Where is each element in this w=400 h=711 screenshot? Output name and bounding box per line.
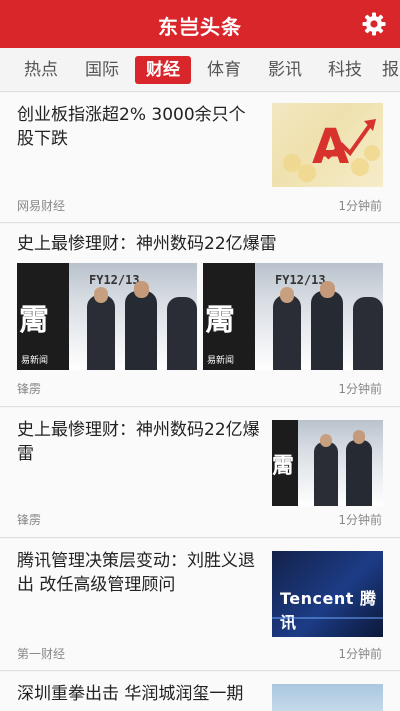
news-headline: 腾讯管理决策层变动：刘胜义退出 改任高级管理顾问 [17, 551, 255, 595]
app-header: 东岂头条 [0, 0, 400, 48]
news-source: 锋雳 [17, 513, 42, 527]
news-source: 网易财经 [17, 199, 66, 213]
app-title: 东岂头条 [158, 15, 242, 39]
news-thumbnail: 霌 易新闻 FY12/13 [203, 263, 383, 370]
news-thumbnail: 霌 [272, 420, 383, 506]
news-item[interactable]: 腾讯管理决策层变动：刘胜义退出 改任高级管理顾问 Tencent 腾讯 第一财经… [0, 539, 400, 671]
news-time: 1分钟前 [338, 382, 382, 396]
news-thumbnail [272, 684, 383, 711]
image-text: FY12/13 [89, 273, 140, 287]
news-thumbnail: 霌 易新闻 FY12/13 [17, 263, 197, 370]
news-item[interactable]: 深圳重拳出击 华润城润玺一期 [0, 672, 400, 711]
news-headline: 创业板指涨超2% 3000余只个股下跌 [17, 105, 246, 149]
news-thumbnail: A [272, 103, 383, 187]
image-text: Tencent 腾讯 [280, 589, 377, 632]
tab-finance[interactable]: 财经 [135, 56, 191, 84]
news-time: 1分钟前 [338, 199, 382, 213]
gear-icon[interactable] [362, 12, 386, 36]
news-item[interactable]: 创业板指涨超2% 3000余只个股下跌 A 网易财经 1分钟前 [0, 93, 400, 223]
news-source: 锋雳 [17, 382, 42, 396]
news-thumbnail: Tencent 腾讯 [272, 551, 383, 637]
stock-chart-icon: A [283, 119, 380, 182]
image-text: FY12/13 [275, 273, 326, 287]
news-time: 1分钟前 [338, 647, 382, 661]
tab-international[interactable]: 国际 [77, 56, 127, 84]
tab-tech[interactable]: 科技 [320, 56, 370, 84]
news-headline: 深圳重拳出击 华润城润玺一期 [17, 684, 244, 704]
tab-more[interactable]: 报 [382, 56, 400, 84]
news-headline: 史上最惨理财：神州数码22亿爆雷 [17, 420, 260, 464]
tab-hot[interactable]: 热点 [16, 56, 66, 84]
news-headline: 史上最惨理财：神州数码22亿爆雷 [17, 234, 277, 254]
category-tabs: 热点 国际 财经 体育 影讯 科技 报 [0, 48, 400, 92]
tab-sports[interactable]: 体育 [199, 56, 249, 84]
image-caption-glyph: 霌 [19, 303, 49, 338]
news-time: 1分钟前 [338, 513, 382, 527]
image-caption-glyph: 霌 [205, 303, 235, 338]
news-item[interactable]: 史上最惨理财：神州数码22亿爆雷 霌 锋雳 1分钟前 [0, 408, 400, 538]
news-source: 第一财经 [17, 647, 66, 661]
image-caption: 易新闻 [21, 356, 49, 366]
image-caption-glyph: 霌 [272, 453, 295, 479]
news-item[interactable]: 史上最惨理财：神州数码22亿爆雷 霌 易新闻 FY12/13 霌 易新闻 FY1… [0, 224, 400, 407]
image-caption: 易新闻 [207, 356, 235, 366]
tab-movies[interactable]: 影讯 [260, 56, 310, 84]
